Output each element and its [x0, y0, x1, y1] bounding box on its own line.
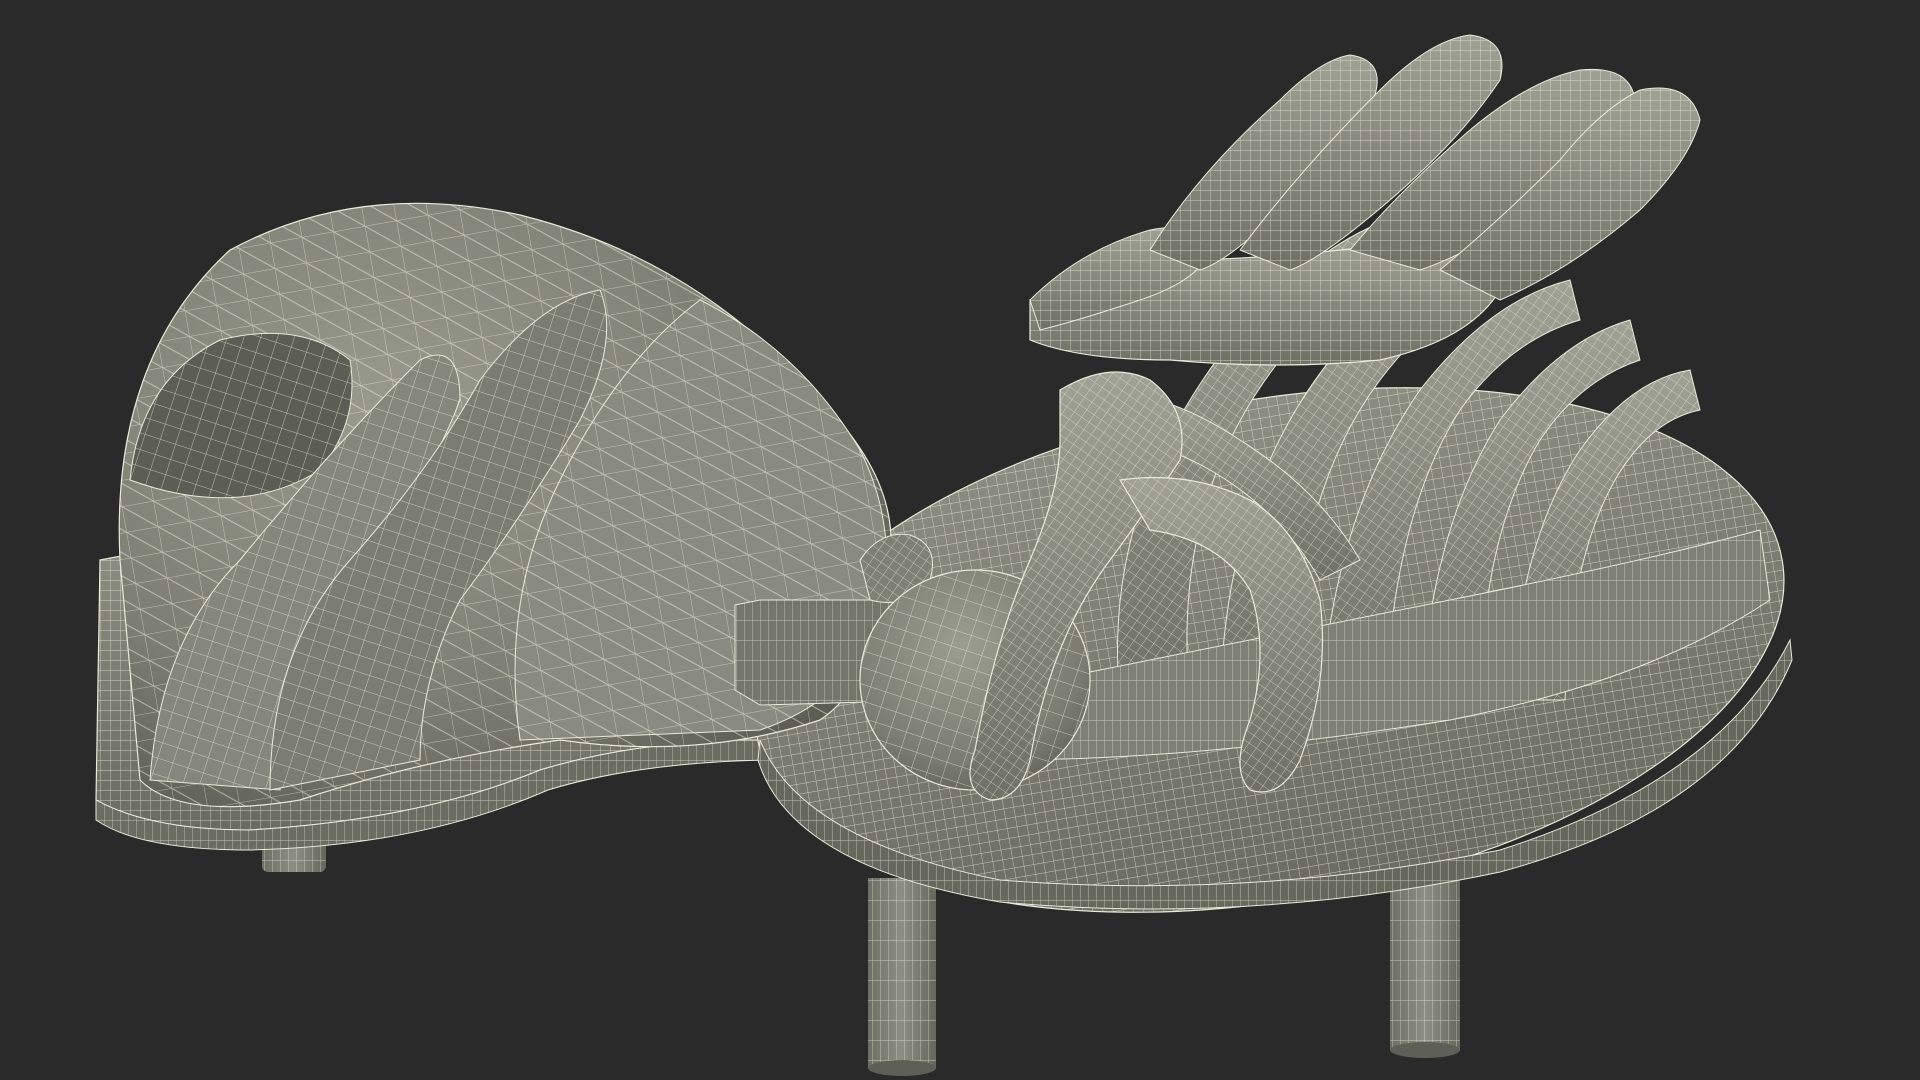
- wireframe-render-viewport: [0, 0, 1920, 1080]
- wireframe-model-render: [95, 34, 1793, 1076]
- hand-bones: [1029, 34, 1701, 366]
- left-dome-shell: [118, 202, 892, 808]
